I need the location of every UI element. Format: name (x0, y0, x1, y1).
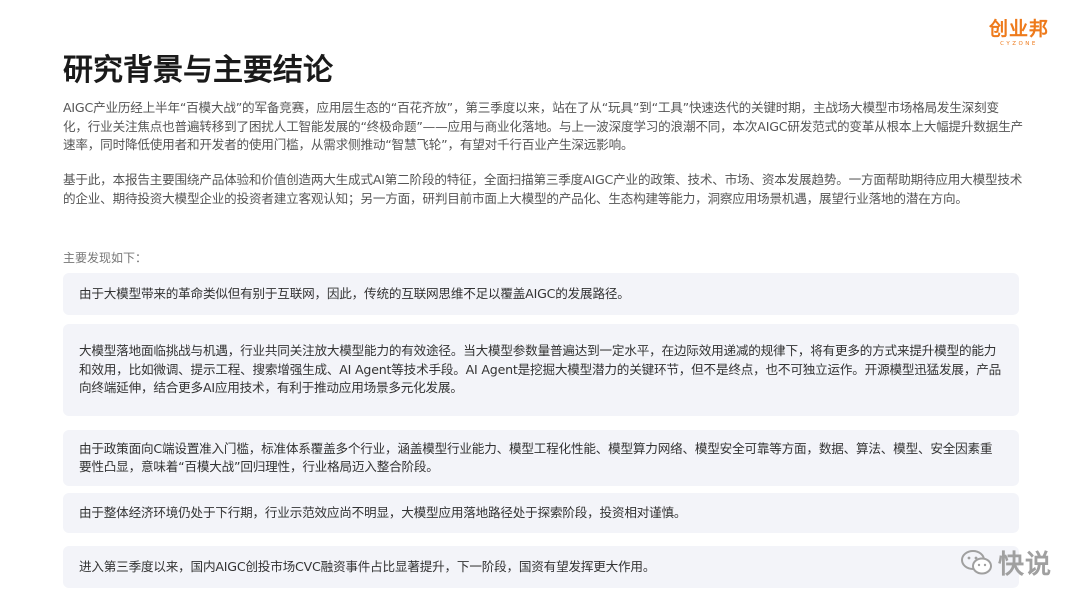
finding-text-3: 由于政策面向C端设置准入门槛，标准体系覆盖多个行业，涵盖模型行业能力、模型工程化… (79, 440, 993, 475)
finding-text-5: 进入第三季度以来，国内AIGC创投市场CVC融资事件占比显著提升，下一阶段，国资… (79, 558, 656, 574)
finding-card-5: 进入第三季度以来，国内AIGC创投市场CVC融资事件占比显著提升，下一阶段，国资… (63, 546, 1019, 588)
findings-label: 主要发现如下： (63, 251, 148, 265)
brand-logo-subtext: CYZONE (1000, 41, 1038, 47)
finding-card-1: 由于大模型带来的革命类似但有别于互联网，因此，传统的互联网思维不足以覆盖AIGC… (63, 273, 1019, 315)
background-paragraph-2: 基于此，本报告主要围绕产品体验和价值创造两大生成式AI第二阶段的特征，全面扫描第… (63, 172, 1023, 206)
finding-card-4: 由于整体经济环境仍处于下行期，行业示范效应尚不明显，大模型应用落地路径处于探索阶… (63, 493, 1019, 533)
page-title: 研究背景与主要结论 (63, 53, 333, 88)
brand-logo: 创业邦 CYZONE (984, 18, 1054, 48)
wechat-watermark: 快说 (960, 544, 1052, 581)
finding-text-1: 由于大模型带来的革命类似但有别于互联网，因此，传统的互联网思维不足以覆盖AIGC… (79, 285, 630, 301)
finding-text-2: 大模型落地面临挑战与机遇，行业共同关注放大模型能力的有效途径。当大模型参数量普遍… (79, 343, 1002, 396)
brand-logo-text: 创业邦 (988, 18, 1049, 40)
wechat-icon (960, 549, 992, 574)
watermark-text: 快说 (997, 550, 1052, 580)
background-paragraph-1: AIGC产业历经上半年“百模大战”的军备竞赛，应用层生态的“百花齐放”，第三季度… (63, 100, 1023, 152)
finding-text-4: 由于整体经济环境仍处于下行期，行业示范效应尚不明显，大模型应用落地路径处于探索阶… (79, 504, 687, 520)
finding-card-3: 由于政策面向C端设置准入门槛，标准体系覆盖多个行业，涵盖模型行业能力、模型工程化… (63, 430, 1019, 486)
finding-card-2: 大模型落地面临挑战与机遇，行业共同关注放大模型能力的有效途径。当大模型参数量普遍… (63, 324, 1019, 416)
